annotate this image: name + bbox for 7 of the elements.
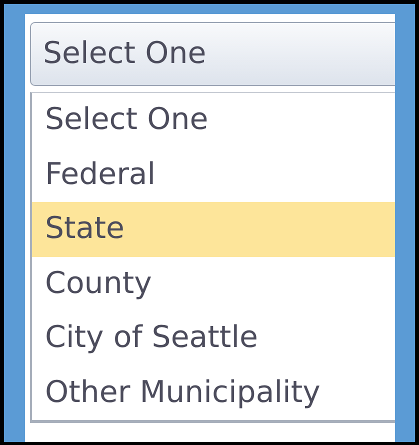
dropdown-option[interactable]: County [32,256,395,311]
dropdown-option[interactable]: Other Municipality [32,366,395,420]
dropdown-option[interactable]: State [32,202,395,256]
dropdown-option[interactable]: Select One [32,93,395,148]
dropdown-field[interactable]: Select One [30,22,395,86]
dropdown-option[interactable]: Federal [32,148,395,202]
dropdown-option[interactable]: City of Seattle [32,311,395,366]
